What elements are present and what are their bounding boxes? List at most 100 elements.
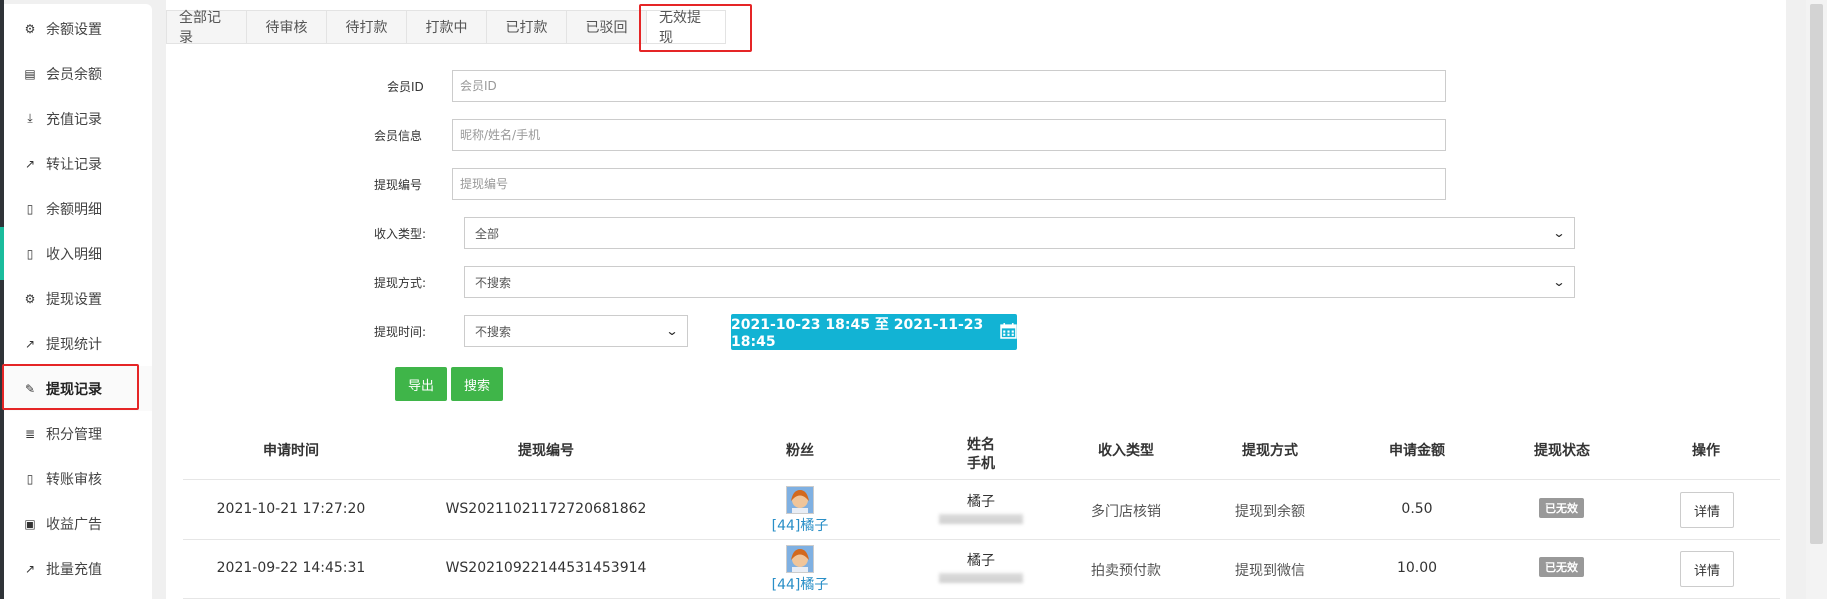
- withdraw-time-value: 不搜索: [475, 324, 512, 339]
- sidebar-item[interactable]: ↗ 批量充值: [4, 546, 152, 591]
- header-action: 操作: [1692, 443, 1720, 459]
- sidebar-item-label: 积分管理: [46, 426, 102, 443]
- line-chart-icon: ↗: [24, 336, 36, 351]
- detail-button[interactable]: 详情: [1680, 492, 1734, 528]
- gear-icon: ⚙: [24, 21, 36, 36]
- sidebar-item-label: 收益广告: [46, 516, 102, 533]
- date-range-value: 2021-10-23 18:45 至 2021-11-23 18:45: [731, 317, 984, 350]
- header-withdraw-no: 提现编号: [518, 443, 574, 459]
- chevron-down-icon: ⌄: [1552, 275, 1566, 289]
- sidebar-item-label: 收入明细: [46, 246, 102, 263]
- export-button[interactable]: 导出: [395, 367, 447, 401]
- table-divider: [183, 539, 1780, 540]
- chevron-down-icon: ⌄: [1552, 226, 1566, 240]
- member-id-input[interactable]: [452, 70, 1446, 102]
- sidebar-item[interactable]: ⚙ 提现设置: [4, 276, 152, 321]
- cell-name: 橘子: [967, 553, 995, 569]
- income-type-value: 全部: [475, 226, 500, 241]
- sidebar-item[interactable]: ▯ 收入明细: [4, 231, 152, 276]
- sidebar-item[interactable]: ✎ 提现记录: [4, 366, 152, 411]
- tab-item[interactable]: 已打款: [486, 10, 566, 44]
- sidebar-item-label: 提现记录: [46, 381, 102, 398]
- member-id-label: 会员ID: [387, 80, 424, 94]
- chevron-down-icon: ⌄: [665, 324, 679, 338]
- line-chart-icon: ↗: [24, 561, 36, 576]
- member-info-input[interactable]: [452, 119, 1446, 151]
- sidebar-item[interactable]: ▤ 会员余额: [4, 51, 152, 96]
- withdraw-method-value: 不搜索: [475, 275, 512, 290]
- income-type-select[interactable]: 全部 ⌄: [464, 217, 1575, 249]
- sidebar-item-label: 批量充值: [46, 561, 102, 578]
- tab-item[interactable]: 全部记录: [166, 10, 246, 46]
- sidebar-item[interactable]: ↗ 转让记录: [4, 141, 152, 186]
- sidebar-item-label: 余额设置: [46, 21, 102, 38]
- pencil-icon: ✎: [24, 381, 36, 396]
- tab-item[interactable]: 已驳回: [566, 10, 646, 44]
- withdraw-time-select[interactable]: 不搜索 ⌄: [464, 315, 688, 347]
- table-divider: [183, 479, 1780, 480]
- status-badge: 已无效: [1539, 498, 1584, 518]
- header-amount: 申请金额: [1389, 443, 1445, 459]
- withdraw-no-label: 提现编号: [374, 178, 423, 192]
- cell-amount: 10.00: [1396, 560, 1438, 576]
- sidebar-item[interactable]: ▯ 余额明细: [4, 186, 152, 231]
- cell-name: 橘子: [967, 494, 995, 510]
- sidebar-item-label: 转账审核: [46, 471, 102, 488]
- header-status: 提现状态: [1534, 443, 1590, 459]
- gear-icon: ⚙: [24, 291, 36, 306]
- download-icon: ⤓: [27, 111, 33, 125]
- sidebar-item[interactable]: ↗ 提现统计: [4, 321, 152, 366]
- cell-apply_time: 2021-09-22 14:45:31: [216, 560, 366, 576]
- sidebar-item-label: 提现统计: [46, 336, 102, 353]
- cell-withdraw_no: WS20211021172720681862: [445, 501, 647, 517]
- header-income-type: 收入类型: [1098, 443, 1154, 459]
- header-apply-time: 申请时间: [263, 443, 319, 459]
- sidebar-item[interactable]: ▯ 转账审核: [4, 456, 152, 501]
- income-type-label: 收入类型:: [374, 227, 427, 241]
- sidebar-item[interactable]: ⚙ 余额设置: [4, 6, 152, 51]
- cell-method: 提现到微信: [1235, 563, 1305, 579]
- cell-income_type: 拍卖预付款: [1091, 563, 1161, 579]
- header-name: 姓名: [967, 437, 995, 453]
- detail-button[interactable]: 详情: [1680, 551, 1734, 587]
- header-name-phone: 姓名 手机: [967, 436, 995, 474]
- sidebar: ⚙ 余额设置 ▤ 会员余额 ⤓ 充值记录 ↗ 转让记录 ▯ 余额明细 ▯ 收入明细 ⚙ 提现设置 ↗ 提现统计…: [4, 4, 152, 599]
- file-icon: ▯: [26, 201, 34, 216]
- sidebar-item[interactable]: ▣ 收益广告: [4, 501, 152, 546]
- withdraw-method-label: 提现方式:: [374, 276, 427, 290]
- header-fan: 粉丝: [786, 443, 814, 459]
- withdraw-method-select[interactable]: 不搜索 ⌄: [464, 266, 1575, 298]
- external-link-icon: ↗: [24, 156, 36, 171]
- tab-item[interactable]: 打款中: [406, 10, 486, 44]
- file-icon: ▯: [26, 246, 34, 261]
- file-icon: ▯: [26, 471, 34, 486]
- cell-method: 提现到余额: [1235, 504, 1305, 520]
- avatar[interactable]: [786, 545, 814, 573]
- sidebar-item-label: 余额明细: [46, 201, 102, 218]
- database-icon: ≣: [24, 426, 36, 441]
- cell-income_type: 多门店核销: [1091, 504, 1161, 520]
- sidebar-item[interactable]: ≣ 积分管理: [4, 411, 152, 456]
- sidebar-item-label: 充值记录: [46, 111, 102, 128]
- date-range-picker[interactable]: 2021-10-23 18:45 至 2021-11-23 18:45: [731, 314, 1017, 350]
- calendar-icon: [1000, 322, 1017, 343]
- cell-apply_time: 2021-10-21 17:27:20: [216, 501, 366, 517]
- withdraw-no-input[interactable]: [452, 168, 1446, 200]
- phone-redacted: [939, 573, 1023, 583]
- sidebar-item[interactable]: ⤓ 充值记录: [4, 96, 152, 141]
- image-icon: ▣: [24, 516, 36, 531]
- sidebar-item-label: 转让记录: [46, 156, 102, 173]
- fan-link[interactable]: [44]橘子: [772, 574, 829, 594]
- tab-item[interactable]: 待打款: [326, 10, 406, 44]
- avatar[interactable]: [786, 486, 814, 514]
- withdraw-time-label: 提现时间:: [374, 325, 427, 339]
- header-phone: 手机: [967, 456, 995, 472]
- search-button[interactable]: 搜索: [451, 367, 503, 401]
- scrollbar-thumb[interactable]: [1810, 4, 1823, 544]
- fan-link[interactable]: [44]橘子: [772, 515, 829, 535]
- sidebar-item-label: 会员余额: [46, 66, 102, 83]
- member-info-label: 会员信息: [374, 129, 423, 143]
- sidebar-item-label: 提现设置: [46, 291, 102, 308]
- tab-item[interactable]: 待审核: [246, 10, 326, 44]
- tab-item[interactable]: 无效提现: [646, 10, 726, 46]
